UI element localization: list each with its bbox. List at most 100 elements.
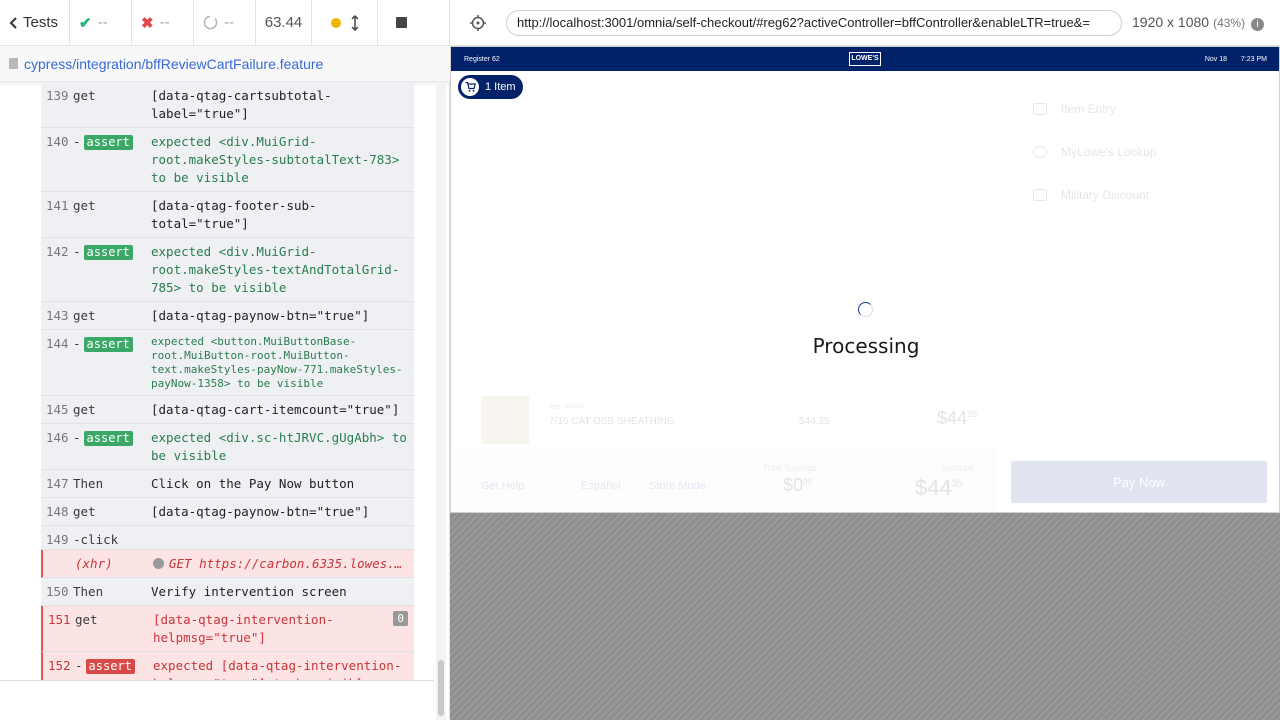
command-name: Then	[73, 476, 104, 491]
command-row[interactable]: 150 Then Verify intervention screen	[41, 578, 414, 606]
command-name: - assert	[73, 336, 133, 352]
command-row[interactable]: 148 get [data-qtag-paynow-btn="true"]	[41, 498, 414, 526]
failed-value: --	[159, 14, 170, 31]
command-row[interactable]: 141 get [data-qtag-footer-sub-total="true"…	[41, 192, 414, 238]
command-number: 145	[46, 402, 69, 417]
command-dash: -	[73, 134, 81, 149]
command-row[interactable]: (xhr) GET https://carbon.6335.lowes.c...	[41, 550, 414, 578]
command-message: expected [data-qtag-intervention-helpmsg…	[153, 658, 402, 680]
command-number: 150	[46, 584, 69, 599]
chevron-left-icon	[9, 16, 17, 29]
command-number: 148	[46, 504, 69, 519]
register-label: Register 62	[464, 55, 500, 63]
command-row[interactable]: 145 get [data-qtag-cart-itemcount="true"]	[41, 396, 414, 424]
assert-badge: assert	[83, 337, 133, 352]
info-icon[interactable]: i	[1251, 18, 1265, 31]
xhr-url: GET https://carbon.6335.lowes.c...	[169, 556, 414, 571]
command-message: expected <div.sc-htJRVC.gUgAbh> to be vi…	[151, 430, 407, 463]
url-bar[interactable]: http://localhost:3001/omnia/self-checkou…	[506, 9, 1122, 36]
assert-badge: assert	[83, 431, 133, 446]
command-row[interactable]: 140- assert expected <div.MuiGrid-root.mak…	[41, 128, 414, 192]
command-message: [data-qtag-cart-itemcount="true"]	[151, 402, 400, 417]
command-list: 139 get [data-qtag-cartsubtotal-label="tru…	[41, 82, 414, 680]
command-number: 140	[46, 134, 69, 149]
command-name: get	[73, 198, 96, 213]
command-number: 149	[46, 532, 69, 547]
app-top-bar: Register 62 LOWE'S Nov 18 7:23 PM	[451, 47, 1279, 71]
reporter-header: Tests ✔ -- ✖ -- -- 63.44	[0, 0, 450, 46]
spec-file-bar: cypress/integration/bffReviewCartFailure…	[0, 46, 450, 82]
command-number: 144	[46, 336, 69, 351]
zoom-level: (43%)	[1213, 16, 1246, 30]
command-row[interactable]: 149 -click	[41, 526, 414, 550]
viewport-info: 1920 x 1080 (43%) i	[1132, 14, 1265, 31]
reporter-scrollbar[interactable]	[436, 82, 446, 720]
command-name: -click	[73, 532, 119, 547]
autoscroll-control[interactable]	[312, 0, 378, 45]
spec-file-link[interactable]: cypress/integration/bffReviewCartFailure…	[24, 56, 323, 72]
xhr-label: (xhr)	[75, 556, 113, 571]
date-label: Nov 18	[1204, 55, 1227, 63]
command-row[interactable]: 139 get [data-qtag-cartsubtotal-label="tru…	[41, 82, 414, 128]
selector-playground-button[interactable]	[450, 14, 506, 31]
command-name: - assert	[75, 658, 135, 674]
command-message	[151, 526, 414, 549]
autoscroll-icon[interactable]	[350, 14, 359, 31]
command-row[interactable]: 151 get [data-qtag-intervention-helpmsg="t…	[41, 606, 414, 652]
failed-count: ✖ --	[132, 0, 194, 45]
passed-value: --	[97, 14, 108, 31]
status-dot-icon	[153, 558, 164, 569]
command-row[interactable]: 144- assert expected <button.MuiButtonBase…	[41, 330, 414, 396]
app-frame: Register 62 LOWE'S Nov 18 7:23 PM 1 Item…	[450, 46, 1280, 513]
command-message: [data-qtag-paynow-btn="true"]	[151, 308, 370, 323]
processing-overlay: Processing	[451, 71, 1279, 512]
stop-icon	[395, 17, 407, 28]
command-name: get	[73, 402, 96, 417]
command-number: 141	[46, 198, 69, 213]
command-number: 151	[48, 612, 71, 627]
assert-badge: assert	[83, 135, 133, 150]
divider	[0, 680, 434, 681]
command-dash: -	[73, 244, 81, 259]
pending-circle-icon	[203, 15, 218, 30]
command-message: expected <div.MuiGrid-root.makeStyles-su…	[151, 134, 400, 185]
xhr-message: GET https://carbon.6335.lowes.c...	[153, 550, 414, 577]
command-row[interactable]: 146 - assert expected <div.sc-htJRVC.gUgAbh…	[41, 424, 414, 470]
tests-label: Tests	[23, 14, 59, 31]
spinner-icon	[858, 302, 873, 317]
passed-count: ✔ --	[70, 0, 132, 45]
processing-text: Processing	[812, 334, 920, 358]
stop-button[interactable]	[378, 0, 424, 45]
command-number: 139	[46, 88, 69, 103]
aut-header: http://localhost:3001/omnia/self-checkou…	[450, 0, 1280, 46]
command-number: 146	[46, 430, 69, 445]
time-label: 7:23 PM	[1240, 55, 1267, 63]
reporter-scroll-thumb[interactable]	[438, 660, 444, 716]
command-name: - assert	[73, 134, 133, 150]
command-message: [data-qtag-intervention-helpmsg="true"]	[153, 612, 334, 645]
command-name: get	[73, 308, 96, 323]
command-row[interactable]: 142- assert expected <div.MuiGrid-root.mak…	[41, 238, 414, 302]
cypress-runner: Tests ✔ -- ✖ -- -- 63.44 cypress/integra…	[0, 0, 1280, 720]
command-row[interactable]: 152- assert expected [data-qtag-interventi…	[41, 652, 414, 680]
pending-value: --	[224, 14, 234, 31]
command-row[interactable]: 147 Then Click on the Pay Now button	[41, 470, 414, 498]
tests-button[interactable]: Tests	[0, 0, 70, 45]
command-number: 142	[46, 244, 69, 259]
duration: 63.44	[256, 0, 312, 45]
viewport-size: 1920 x 1080	[1132, 14, 1210, 30]
command-message: [data-qtag-cartsubtotal-label="true"]	[151, 88, 332, 121]
element-count-badge: 0	[393, 611, 408, 626]
command-dash: -	[73, 336, 81, 351]
command-name: - assert	[73, 430, 133, 446]
lowes-logo: LOWE'S	[849, 52, 881, 66]
command-row[interactable]: 143 get [data-qtag-paynow-btn="true"]	[41, 302, 414, 330]
command-message: expected <button.MuiButtonBase-root.MuiB…	[151, 335, 403, 390]
command-name: get	[73, 504, 96, 519]
status-dot-icon	[330, 17, 341, 28]
command-dash: -	[75, 658, 83, 673]
pending-count: --	[194, 0, 256, 45]
assert-badge: assert	[85, 659, 135, 674]
command-number: 152	[48, 658, 71, 673]
command-message: Click on the Pay Now button	[151, 476, 355, 491]
